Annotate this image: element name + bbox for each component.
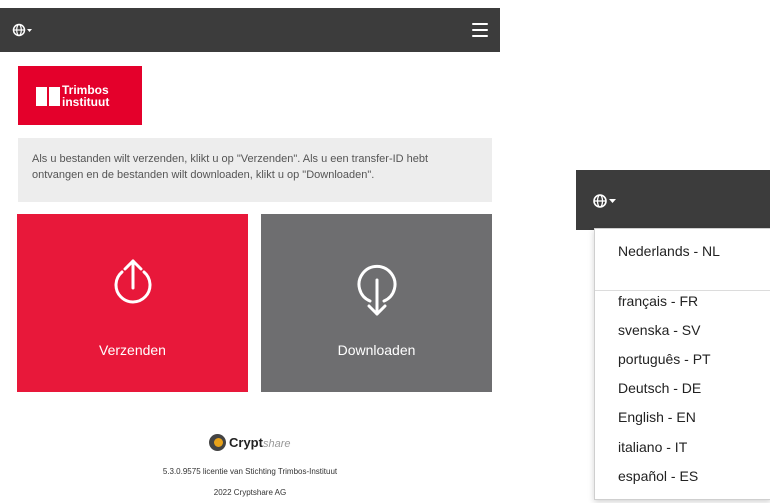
language-dropdown: Nederlands - NL français - FR svenska - … xyxy=(594,228,770,500)
license-text: 5.3.0.9575 licentie van Stichting Trimbo… xyxy=(162,467,338,476)
copyright-text: 2022 Cryptshare AG xyxy=(213,488,287,497)
send-button[interactable]: Verzenden xyxy=(17,214,248,392)
send-label: Verzenden xyxy=(99,342,166,358)
cryptshare-wordmark: Cryptshare xyxy=(229,435,291,450)
top-navbar xyxy=(0,8,500,52)
dropdown-divider xyxy=(595,290,770,291)
language-option-es[interactable]: español - ES xyxy=(618,468,698,484)
download-arrow-icon xyxy=(357,264,397,316)
language-option-en[interactable]: English - EN xyxy=(618,409,696,425)
logo-text: Trimbos instituut xyxy=(62,84,109,108)
language-option-sv[interactable]: svenska - SV xyxy=(618,322,700,338)
download-button[interactable]: Downloaden xyxy=(261,214,492,392)
dropdown-pointer-icon xyxy=(762,491,770,498)
hamburger-menu-icon[interactable] xyxy=(472,23,488,37)
language-option-fr[interactable]: français - FR xyxy=(618,293,698,309)
language-option-pt[interactable]: português - PT xyxy=(618,351,711,367)
globe-icon xyxy=(12,23,32,37)
trimbos-logo: Trimbos instituut xyxy=(18,66,142,125)
language-option-nl[interactable]: Nederlands - NL xyxy=(618,243,720,259)
language-option-it[interactable]: italiano - IT xyxy=(618,439,687,455)
cryptshare-logo-icon xyxy=(209,434,226,451)
logo-line2: instituut xyxy=(62,95,110,109)
caret-down-icon xyxy=(27,29,32,32)
language-selector-zoomed[interactable] xyxy=(592,192,624,210)
download-label: Downloaden xyxy=(337,342,416,358)
info-message: Als u bestanden wilt verzenden, klikt u … xyxy=(18,138,492,202)
language-option-de[interactable]: Deutsch - DE xyxy=(618,380,701,396)
upload-arrow-icon xyxy=(114,259,152,304)
language-selector[interactable] xyxy=(12,22,34,38)
zoomed-navbar xyxy=(576,170,770,230)
